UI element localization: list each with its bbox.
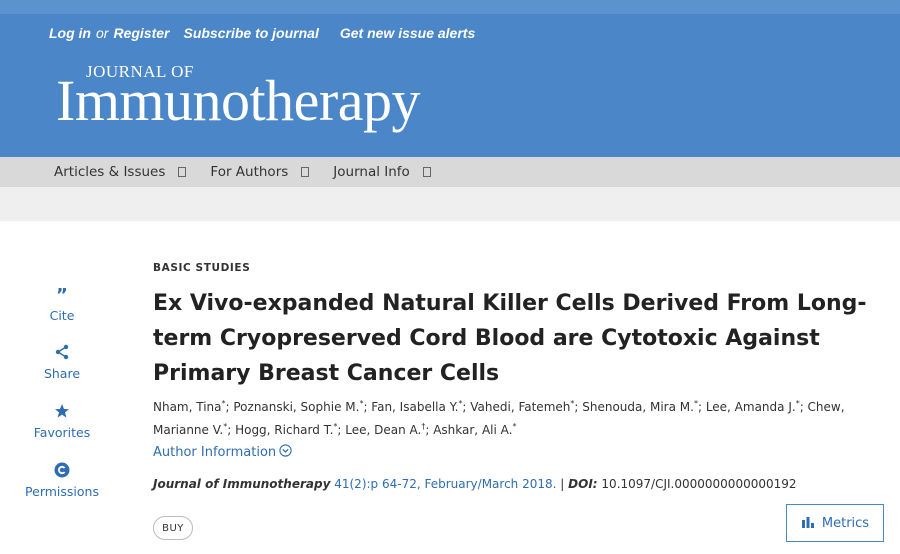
login-link[interactable]: Log in: [49, 25, 91, 41]
svg-text:”: ”: [56, 286, 68, 302]
metrics-label: Metrics: [821, 515, 870, 531]
article-title: Ex Vivo-expanded Natural Killer Cells De…: [153, 291, 867, 386]
author-name[interactable]: Lee, Amanda J.: [706, 400, 796, 414]
header-top-strip: [0, 0, 900, 14]
affiliation-mark: *: [333, 422, 338, 431]
affiliation-mark: *: [795, 399, 800, 408]
affiliation-mark: *: [458, 399, 463, 408]
star-icon: [20, 403, 104, 419]
chevron-down-icon: [279, 444, 292, 461]
article-section-label: BASIC STUDIES: [153, 262, 251, 274]
cite-label: Cite: [49, 308, 75, 323]
share-icon: [20, 344, 104, 360]
register-link[interactable]: Register: [113, 25, 169, 41]
subscribe-link[interactable]: Subscribe to journal: [183, 25, 318, 41]
nav-for-authors[interactable]: For Authors: [210, 164, 310, 180]
main-nav: Articles & Issues For Authors Journal In…: [0, 157, 900, 187]
share-button[interactable]: Share: [20, 344, 104, 381]
nav-journal-info[interactable]: Journal Info: [333, 164, 431, 180]
permissions-button[interactable]: Permissions: [20, 462, 104, 499]
affiliation-mark: *: [359, 399, 364, 408]
issue-alerts-link[interactable]: Get new issue alerts: [340, 25, 475, 41]
affiliation-mark: *: [512, 422, 517, 431]
issue-link[interactable]: 41(2):p 64-72, February/March 2018.: [334, 477, 556, 491]
affiliation-mark: †: [421, 422, 426, 431]
nav-articles-issues[interactable]: Articles & Issues: [54, 164, 187, 180]
nav-label: Journal Info: [333, 164, 410, 180]
dropdown-box-icon: [178, 167, 187, 177]
affiliation-mark: *: [693, 399, 698, 408]
doi-label: DOI:: [568, 477, 598, 491]
sub-nav-bar: [0, 187, 900, 221]
nav-label: For Authors: [210, 164, 289, 180]
copyright-icon: [20, 462, 104, 478]
favorites-button[interactable]: Favorites: [20, 403, 104, 440]
metrics-button[interactable]: Metrics: [786, 504, 884, 542]
bar-chart-icon: [801, 515, 815, 532]
buy-button[interactable]: BUY: [153, 516, 193, 540]
affiliation-mark: *: [570, 399, 575, 408]
citation-line: Journal of Immunotherapy 41(2):p 64-72, …: [153, 477, 797, 491]
journal-header: Log in or Register Subscribe to journal …: [0, 0, 900, 157]
logo-big-text: Immunotherapy: [56, 68, 420, 133]
top-links: Log in or Register Subscribe to journal …: [49, 25, 475, 41]
journal-name: Journal of Immunotherapy: [153, 477, 331, 491]
author-name[interactable]: Poznanski, Sophie M.: [233, 400, 359, 414]
author-name[interactable]: Shenouda, Mira M.: [582, 400, 694, 414]
doi-value: 10.1097/CJI.0000000000000192: [601, 477, 797, 491]
author-information-toggle[interactable]: Author Information: [153, 444, 292, 461]
author-name[interactable]: Lee, Dean A.: [345, 423, 421, 437]
author-name[interactable]: Fan, Isabella Y.: [371, 400, 458, 414]
favorites-label: Favorites: [33, 425, 91, 440]
author-name[interactable]: Nham, Tina: [153, 400, 222, 414]
cite-button[interactable]: ” Cite: [20, 285, 104, 323]
author-list: Nham, Tina*; Poznanski, Sophie M.*; Fan,…: [153, 399, 845, 437]
author-information-label: Author Information: [153, 445, 277, 460]
quote-icon: ”: [20, 285, 104, 306]
author-name[interactable]: Ashkar, Ali A.: [433, 423, 512, 437]
share-label: Share: [43, 366, 81, 381]
nav-label: Articles & Issues: [54, 164, 166, 180]
affiliation-mark: *: [221, 399, 226, 408]
author-name[interactable]: Hogg, Richard T.: [235, 423, 333, 437]
or-text: or: [96, 25, 109, 41]
dropdown-box-icon: [422, 167, 431, 177]
citation-separator: |: [560, 477, 565, 491]
permissions-label: Permissions: [25, 484, 99, 499]
author-name[interactable]: Vahedi, Fatemeh: [470, 400, 570, 414]
dropdown-box-icon: [301, 167, 310, 177]
affiliation-mark: *: [223, 422, 228, 431]
